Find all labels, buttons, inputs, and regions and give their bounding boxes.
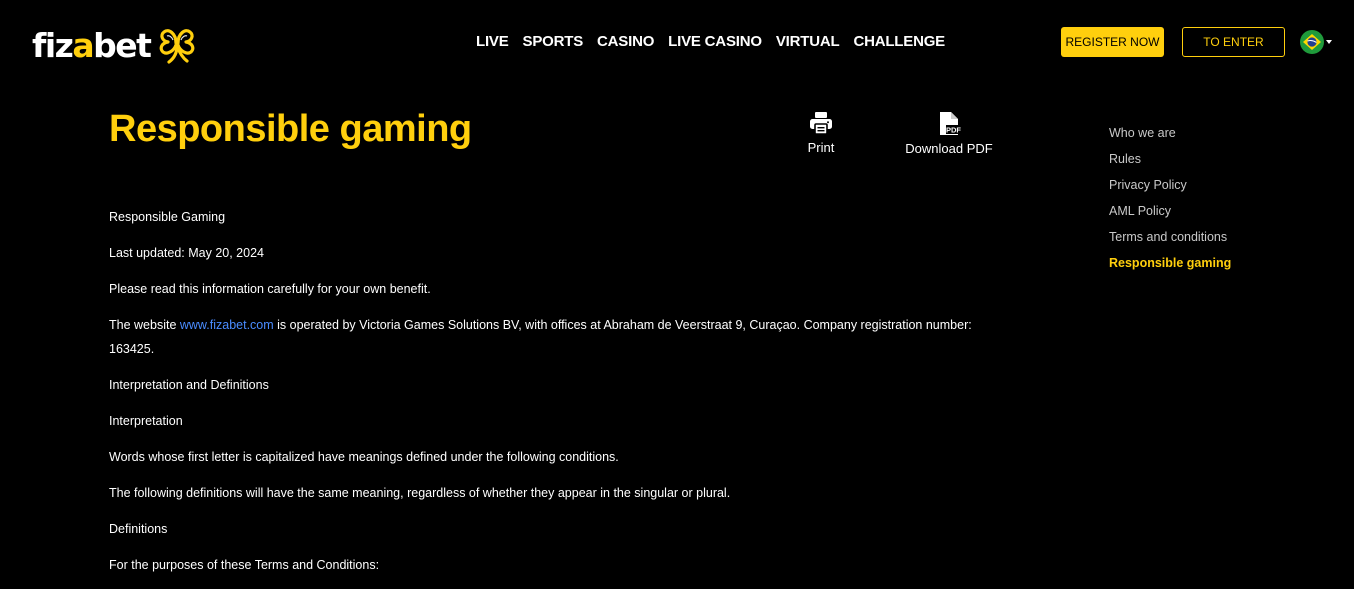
same-meaning-paragraph: The following definitions will have the … [109, 486, 731, 500]
nav-sports[interactable]: SPORTS [523, 33, 584, 51]
main-nav: LIVE SPORTS CASINO LIVE CASINO VIRTUAL C… [476, 33, 945, 51]
operator-paragraph: The website www.fizabet.com is operated … [109, 313, 999, 361]
page-title: Responsible gaming [109, 108, 472, 150]
side-nav-aml-policy[interactable]: AML Policy [1109, 198, 1231, 224]
nav-live[interactable]: LIVE [476, 33, 509, 51]
side-nav-terms[interactable]: Terms and conditions [1109, 224, 1231, 250]
nav-challenge[interactable]: CHALLENGE [853, 33, 945, 51]
nav-live-casino[interactable]: LIVE CASINO [668, 33, 762, 51]
content-heading: Responsible Gaming [109, 210, 226, 224]
printer-icon [810, 112, 832, 135]
print-label: Print [807, 140, 835, 155]
section-definitions: Definitions [109, 522, 168, 536]
side-nav-rules[interactable]: Rules [1109, 146, 1231, 172]
purposes-paragraph: For the purposes of these Terms and Cond… [109, 558, 380, 572]
brazil-flag-icon [1300, 30, 1324, 54]
section-interpretation: Interpretation [109, 414, 183, 428]
nav-virtual[interactable]: VIRTUAL [776, 33, 840, 51]
policy-side-nav: Who we are Rules Privacy Policy AML Poli… [1109, 120, 1231, 276]
nav-casino[interactable]: CASINO [597, 33, 654, 51]
intro-paragraph: Please read this information carefully f… [109, 282, 431, 296]
logo-mark-icon [160, 29, 195, 64]
login-button[interactable]: TO ENTER [1182, 27, 1285, 57]
svg-text:PDF: PDF [946, 126, 961, 135]
side-nav-who-we-are[interactable]: Who we are [1109, 120, 1231, 146]
pdf-file-icon: PDF [940, 112, 961, 135]
print-button[interactable]: Print [801, 111, 841, 156]
section-interp-defs: Interpretation and Definitions [109, 378, 269, 392]
website-link[interactable]: www.fizabet.com [180, 318, 274, 332]
chevron-down-icon [1326, 40, 1332, 44]
register-button[interactable]: REGISTER NOW [1061, 27, 1164, 57]
page: fizabet LIVE SPORTS CASINO LIVE CASINO V… [0, 0, 1354, 589]
download-pdf-label: Download PDF [905, 141, 993, 156]
language-selector[interactable] [1300, 30, 1332, 54]
side-nav-responsible-gaming[interactable]: Responsible gaming [1109, 250, 1231, 276]
last-updated: Last updated: May 20, 2024 [109, 246, 264, 260]
logo-wordmark: fizabet [32, 25, 152, 65]
logo[interactable]: fizabet [32, 22, 198, 68]
side-nav-privacy-policy[interactable]: Privacy Policy [1109, 172, 1231, 198]
operator-prefix: The website [109, 318, 180, 332]
download-pdf-button[interactable]: PDF Download PDF [903, 111, 995, 157]
article-content: Responsible Gaming Last updated: May 20,… [109, 205, 999, 589]
capitalized-paragraph: Words whose first letter is capitalized … [109, 450, 619, 464]
